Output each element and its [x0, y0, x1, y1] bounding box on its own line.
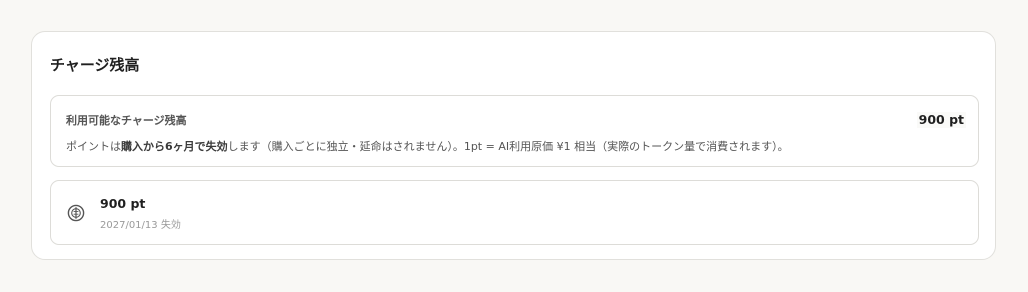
section-title: チャージ残高 [50, 56, 140, 74]
available-balance-amount: 900 pt [916, 112, 966, 128]
balance-description: ポイントは購入から6ヶ月で失効します（購入ごとに独立・延命はされません）。1pt… [66, 140, 789, 154]
coin-yen-icon [67, 204, 85, 222]
charge-balance-card: チャージ残高 利用可能なチャージ残高 900 pt ポイントは購入から6ヶ月で失… [31, 31, 996, 260]
available-balance-label: 利用可能なチャージ残高 [66, 114, 187, 127]
lot-expiry-date: 2027/01/13 失効 [100, 220, 181, 231]
description-emphasis: 購入から6ヶ月で失効 [121, 140, 228, 153]
point-lot-item: 900 pt 2027/01/13 失効 [50, 180, 979, 245]
description-text-2: します（購入ごとに独立・延命はされません）。1pt = AI利用原価 ¥1 相当… [227, 140, 789, 153]
description-text-1: ポイントは [66, 140, 121, 153]
lot-amount: 900 pt [100, 196, 146, 211]
available-balance-panel: 利用可能なチャージ残高 900 pt ポイントは購入から6ヶ月で失効します（購入… [50, 95, 979, 167]
